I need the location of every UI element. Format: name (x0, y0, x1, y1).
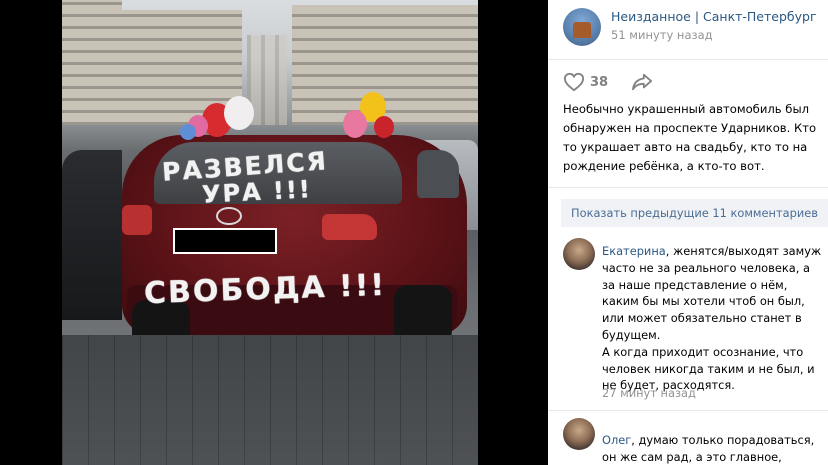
community-avatar[interactable] (563, 8, 601, 46)
comment-body: , женятся/выходят замуж часто не за реал… (602, 244, 822, 342)
pavement (62, 335, 478, 465)
comment-text: Екатерина, женятся/выходят замуж часто н… (602, 243, 824, 394)
comment-author[interactable]: Екатерина (602, 244, 666, 258)
car-emblem (216, 207, 242, 225)
comment-body: , думаю только порадоваться, он же сам р… (602, 433, 815, 464)
balloon (374, 116, 394, 138)
comment-text: Олег, думаю только порадоваться, он же с… (602, 432, 824, 465)
balloon (343, 110, 367, 138)
tail-light-right (322, 214, 377, 240)
comment-author[interactable]: Олег (602, 433, 631, 447)
community-name[interactable]: Неизданное | Санкт-Петербург (611, 9, 817, 24)
heart-icon[interactable] (563, 72, 585, 92)
like-count[interactable]: 38 (590, 75, 608, 90)
license-plate-censored (173, 228, 277, 254)
parked-car-left (62, 150, 122, 320)
divider (548, 410, 828, 411)
avatar[interactable] (563, 238, 595, 270)
post-side-panel: Неизданное | Санкт-Петербург 51 минуту н… (548, 0, 828, 465)
divider (548, 59, 828, 60)
post-time[interactable]: 51 минуту назад (611, 28, 713, 42)
car-side-window (417, 150, 459, 198)
building-icon (573, 22, 591, 38)
balloon (180, 124, 196, 140)
balloon (224, 96, 254, 130)
divider (548, 187, 828, 188)
building (62, 0, 122, 125)
tail-light-left (122, 205, 152, 235)
post-photo[interactable]: РАЗВЕЛСЯ УРА !!! СВОБОДА !!! (62, 0, 478, 465)
share-arrow-icon[interactable] (631, 72, 653, 92)
avatar[interactable] (563, 418, 595, 450)
show-previous-comments-button[interactable]: Показать предыдущие 11 комментариев (561, 199, 828, 227)
window-writing-line2: УРА !!! (201, 175, 313, 209)
photo-viewer: РАЗВЕЛСЯ УРА !!! СВОБОДА !!! (0, 0, 548, 465)
comment-time[interactable]: 27 минут назад (602, 386, 696, 400)
post-text: Необычно украшенный автомобиль был обнар… (563, 102, 817, 173)
